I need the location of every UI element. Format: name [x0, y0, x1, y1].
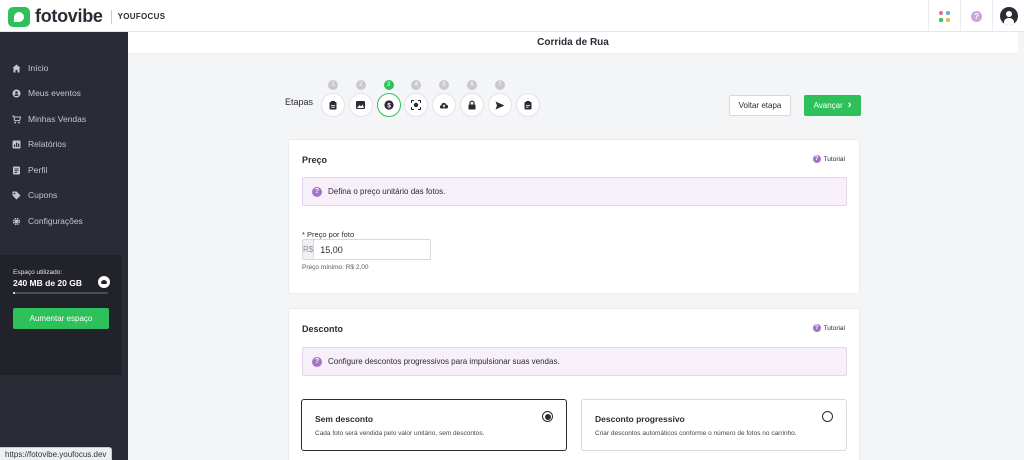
option-progressive-discount[interactable]: Desconto progressivo Criar descontos aut… — [581, 399, 847, 451]
help-icon: ? — [812, 155, 821, 163]
sidebar: Início Meus eventos Minhas Vendas Relató… — [0, 32, 128, 460]
help-icon: ? — [312, 186, 322, 197]
price-hint: Preço mínimo: R$ 2,00 — [302, 264, 369, 271]
storage-label: Espaço utilizado: — [13, 269, 63, 276]
option-desc: Cada foto será vendida pelo valor unitár… — [315, 430, 485, 437]
chevron-right-icon: › — [847, 99, 852, 111]
next-step-label: Avançar — [813, 101, 843, 110]
brand-logo[interactable]: fotovibe YOUFOCUS — [8, 6, 165, 27]
lock-icon[interactable] — [460, 93, 484, 117]
step-number: 6 — [467, 80, 477, 90]
page-title: Corrida de Rua — [537, 37, 609, 48]
checklist-icon[interactable] — [515, 93, 540, 117]
tutorial-label: Tutorial — [823, 324, 845, 332]
discount-card: Desconto ? Tutorial ? Configure desconto… — [288, 308, 860, 460]
sidebar-item-label: Meus eventos — [28, 88, 81, 98]
cart-icon — [12, 115, 22, 124]
stepper-label: Etapas — [285, 97, 314, 107]
upload-cloud-icon[interactable] — [432, 93, 457, 117]
sidebar-item-perfil[interactable]: Perfil — [12, 165, 47, 175]
apps-icon — [939, 10, 950, 22]
price-field: R$ — [302, 239, 431, 260]
option-title: Desconto progressivo — [595, 414, 685, 424]
sidebar-item-meus-eventos[interactable]: Meus eventos — [12, 88, 81, 98]
top-bar: fotovibe YOUFOCUS ? — [0, 0, 1024, 32]
sidebar-item-label: Perfil — [28, 165, 48, 175]
step-number: 1 — [328, 80, 338, 90]
option-desc: Criar descontos automáticos conforme o n… — [595, 430, 797, 437]
next-step-button[interactable]: Avançar › — [804, 95, 861, 116]
price-icon[interactable]: $ — [376, 93, 401, 117]
back-step-button[interactable]: Voltar etapa — [729, 95, 791, 116]
back-step-label: Voltar etapa — [738, 101, 782, 110]
currency-prefix: R$ — [303, 240, 315, 259]
tag-icon — [12, 191, 21, 200]
events-icon — [12, 89, 21, 98]
step-number: 4 — [411, 80, 422, 90]
discount-tutorial-link[interactable]: ? Tutorial — [812, 324, 845, 332]
radio-selected-icon[interactable] — [542, 411, 553, 422]
option-title: Sem desconto — [315, 414, 374, 424]
storage-panel: Espaço utilizado: 240 MB de 20 GB Aument… — [0, 255, 122, 375]
price-info-box: ? Defina o preço unitário das fotos. — [302, 177, 847, 206]
storage-progress-bar — [13, 292, 108, 294]
sidebar-item-label: Configurações — [28, 216, 83, 226]
help-icon: ? — [312, 356, 322, 367]
image-icon[interactable] — [348, 93, 373, 117]
sidebar-item-label: Início — [28, 63, 49, 73]
topbar-actions: ? — [928, 0, 1024, 32]
cloud-icon — [98, 276, 110, 288]
fotovibe-logo-icon — [8, 6, 30, 27]
clipboard-icon[interactable] — [321, 93, 345, 117]
report-icon — [12, 140, 21, 149]
price-info-text: Defina o preço unitário das fotos. — [328, 187, 446, 196]
status-bar-url: https://fotovibe.youfocus.dev — [0, 447, 113, 460]
discount-card-title: Desconto — [302, 324, 344, 334]
storage-value: 240 MB de 20 GB — [13, 278, 82, 288]
price-input[interactable] — [314, 240, 430, 259]
user-icon — [999, 7, 1018, 25]
sidebar-item-label: Cupons — [28, 190, 58, 200]
price-tutorial-link[interactable]: ? Tutorial — [812, 155, 845, 163]
face-scan-icon[interactable] — [404, 93, 429, 117]
sidebar-item-inicio[interactable]: Início — [12, 63, 48, 73]
radio-unselected-icon[interactable] — [822, 411, 833, 422]
brand-sub: YOUFOCUS — [117, 12, 166, 21]
sidebar-item-minhas-vendas[interactable]: Minhas Vendas — [12, 114, 86, 124]
brand-name: fotovibe — [35, 6, 103, 26]
step-number: 2 — [355, 80, 366, 90]
page-header: Corrida de Rua — [128, 32, 1018, 54]
price-field-label: * Preço por foto — [302, 230, 355, 239]
stepper: Etapas 1 2 3 $4 5 6 7 — [285, 80, 585, 117]
help-button[interactable]: ? — [960, 0, 992, 32]
storage-progress-fill — [13, 292, 15, 294]
step-number: 3 — [383, 80, 394, 90]
help-icon: ? — [971, 10, 982, 22]
option-no-discount[interactable]: Sem desconto Cada foto será vendida pelo… — [301, 399, 567, 451]
price-card-title: Preço — [302, 155, 328, 165]
brand-divider — [110, 9, 112, 24]
profile-icon — [12, 166, 21, 175]
user-menu-button[interactable] — [992, 0, 1024, 32]
tutorial-label: Tutorial — [823, 155, 845, 163]
price-card: Preço ? Tutorial ? Defina o preço unitár… — [288, 139, 860, 294]
svg-text:$: $ — [387, 102, 391, 109]
sidebar-item-configuracoes[interactable]: Configurações — [12, 216, 83, 226]
help-icon: ? — [812, 324, 821, 332]
sidebar-item-label: Relatórios — [28, 139, 67, 149]
step-number: 7 — [494, 80, 505, 90]
send-icon[interactable] — [487, 93, 512, 117]
home-icon — [12, 64, 21, 73]
discount-info-text: Configure descontos progressivos para im… — [328, 357, 560, 366]
gear-icon — [12, 217, 21, 226]
main-content: Corrida de Rua Etapas 1 2 3 $4 5 6 7 Voltar et… — [128, 32, 1024, 460]
apps-button[interactable] — [928, 0, 960, 32]
sidebar-item-label: Minhas Vendas — [28, 114, 87, 124]
discount-info-box: ? Configure descontos progressivos para … — [302, 347, 847, 376]
increase-storage-button[interactable]: Aumentar espaço — [13, 308, 109, 329]
sidebar-item-relatorios[interactable]: Relatórios — [12, 139, 66, 149]
step-number: 5 — [439, 80, 450, 90]
sidebar-item-cupons[interactable]: Cupons — [12, 190, 57, 200]
